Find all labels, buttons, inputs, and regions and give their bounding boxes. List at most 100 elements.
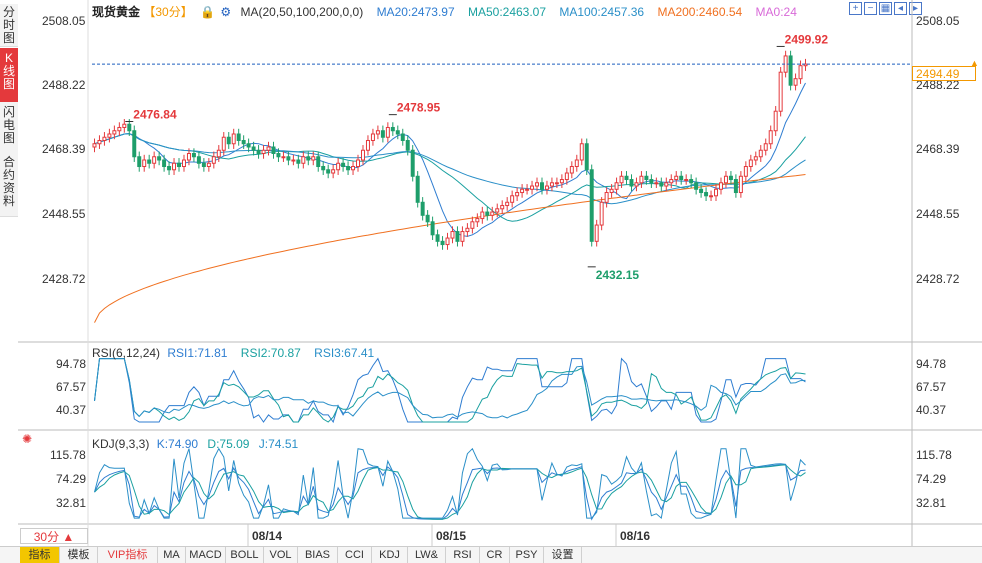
x-tick-2: 08/16 xyxy=(620,529,651,543)
annotation-label: 2432.15 xyxy=(596,268,640,282)
candle-body xyxy=(152,156,157,164)
candle-body xyxy=(788,55,793,86)
ma100-line xyxy=(94,133,806,205)
candlestick-chart[interactable]: 2476.84 2478.95 2432.15 2499.92 xyxy=(0,0,982,562)
candle-body xyxy=(306,156,311,161)
candle-body xyxy=(400,133,405,141)
candle-body xyxy=(296,159,301,164)
candle-body xyxy=(390,126,395,132)
tab-vip-indicator[interactable]: VIP指标 xyxy=(98,547,158,563)
candle-body xyxy=(356,159,361,168)
settings-sun-icon[interactable]: ✺ xyxy=(22,432,32,446)
candle-body xyxy=(549,182,554,187)
ma100-value: MA100:2457.36 xyxy=(559,5,645,19)
tab-kdj[interactable]: KDJ xyxy=(372,547,408,563)
candle-body xyxy=(177,162,182,168)
candle-body xyxy=(569,166,574,174)
tab-rsi[interactable]: RSI xyxy=(446,547,480,563)
candle-body xyxy=(445,237,450,246)
tab-ma[interactable]: MA xyxy=(158,547,186,563)
tab-lw[interactable]: LW& xyxy=(408,547,446,563)
current-price-tag: 2494.49 xyxy=(912,66,976,81)
candle-body xyxy=(321,166,326,171)
candle-body xyxy=(107,133,112,138)
tab-boll[interactable]: BOLL xyxy=(226,547,264,563)
gear-icon[interactable]: ⚙ xyxy=(220,5,231,19)
layout-icon[interactable]: ▦ xyxy=(879,2,892,15)
kdj-j-line xyxy=(94,447,806,520)
tab-psy[interactable]: PSY xyxy=(510,547,544,563)
tab-template[interactable]: 模板 xyxy=(60,547,98,563)
candle-body xyxy=(137,156,142,168)
candle-body xyxy=(211,156,216,164)
ma20-value: MA20:2473.97 xyxy=(376,5,455,19)
zoom-out-icon[interactable]: − xyxy=(864,2,877,15)
rsi3-line xyxy=(94,358,806,419)
annotation-label: 2476.84 xyxy=(133,108,177,122)
scroll-left-icon[interactable]: ◂ xyxy=(894,2,907,15)
candle-body xyxy=(301,156,306,164)
rsi-name: RSI(6,12,24) xyxy=(92,346,161,360)
tab-timeshare[interactable]: 分时图 xyxy=(0,4,18,47)
candle-body xyxy=(758,149,763,158)
rsi-tick-right-1: 67.57 xyxy=(916,380,947,394)
candle-body xyxy=(634,182,639,187)
candle-body xyxy=(132,130,137,158)
candle-body xyxy=(286,156,291,161)
candle-body xyxy=(664,182,669,187)
tab-macd[interactable]: MACD xyxy=(186,547,226,563)
tab-cr[interactable]: CR xyxy=(480,547,510,563)
kdj-tick-left-2: 32.81 xyxy=(56,496,87,510)
tab-indicator[interactable]: 指标 xyxy=(20,547,60,563)
tab-cci[interactable]: CCI xyxy=(338,547,372,563)
candle-body xyxy=(206,162,211,168)
candle-body xyxy=(102,136,107,141)
candle-body xyxy=(281,156,286,159)
candle-body xyxy=(485,211,490,216)
candle-body xyxy=(599,201,604,226)
candle-body xyxy=(728,175,733,181)
candle-body xyxy=(147,159,152,164)
candle-body xyxy=(733,179,738,194)
candle-body xyxy=(405,139,410,151)
zoom-in-icon[interactable]: + xyxy=(849,2,862,15)
candle-body xyxy=(117,126,122,132)
main-legend: 现货黄金 【30分】 🔒 ⚙ MA(20,50,100,200,0,0) MA2… xyxy=(92,3,807,20)
period-select-button[interactable]: 30分 ▲ xyxy=(20,528,88,544)
ma0-value: MA0:24 xyxy=(755,5,797,19)
rsi-tick-right-0: 94.78 xyxy=(916,357,947,371)
candle-body xyxy=(415,175,420,203)
candle-body xyxy=(450,231,455,239)
candle-body xyxy=(370,133,375,141)
candle-body xyxy=(718,182,723,190)
kdj-k-value: K:74.90 xyxy=(156,437,199,451)
candle-body xyxy=(530,185,535,190)
candle-body xyxy=(574,159,579,168)
kdj-legend: KDJ(9,3,3) K:74.90 D:75.09 J:74.51 xyxy=(92,437,308,451)
candle-body xyxy=(520,188,525,194)
tab-contract-info[interactable]: 合约资料 xyxy=(0,152,18,217)
candle-body xyxy=(410,149,415,177)
tab-vol[interactable]: VOL xyxy=(264,547,298,563)
indicator-tab-bar: 指标 模板 VIP指标 MA MACD BOLL VOL BIAS CCI KD… xyxy=(0,546,982,563)
candle-body xyxy=(544,185,549,190)
candle-body xyxy=(365,139,370,151)
candle-body xyxy=(236,133,241,141)
tab-flash[interactable]: 闪电图 xyxy=(0,102,18,153)
tab-bias[interactable]: BIAS xyxy=(298,547,338,563)
candle-body xyxy=(266,146,271,151)
candle-body xyxy=(430,221,435,236)
lock-icon[interactable]: 🔒 xyxy=(200,5,215,19)
chart-app: 分时图 K线图 闪电图 合约资料 现货黄金 【30分】 🔒 ⚙ MA(20,50… xyxy=(0,0,982,563)
candle-body xyxy=(231,133,236,145)
rsi1-value: RSI1:71.81 xyxy=(167,346,228,360)
tab-kline[interactable]: K线图 xyxy=(0,48,18,103)
candle-body xyxy=(798,65,803,80)
candle-body xyxy=(172,162,177,171)
tab-settings[interactable]: 设置 xyxy=(544,547,582,563)
kdj-tick-right-0: 115.78 xyxy=(916,448,952,462)
candle-body xyxy=(684,179,689,182)
candle-body xyxy=(793,78,798,86)
candle-body xyxy=(505,201,510,207)
rsi3-value: RSI3:67.41 xyxy=(314,346,375,360)
